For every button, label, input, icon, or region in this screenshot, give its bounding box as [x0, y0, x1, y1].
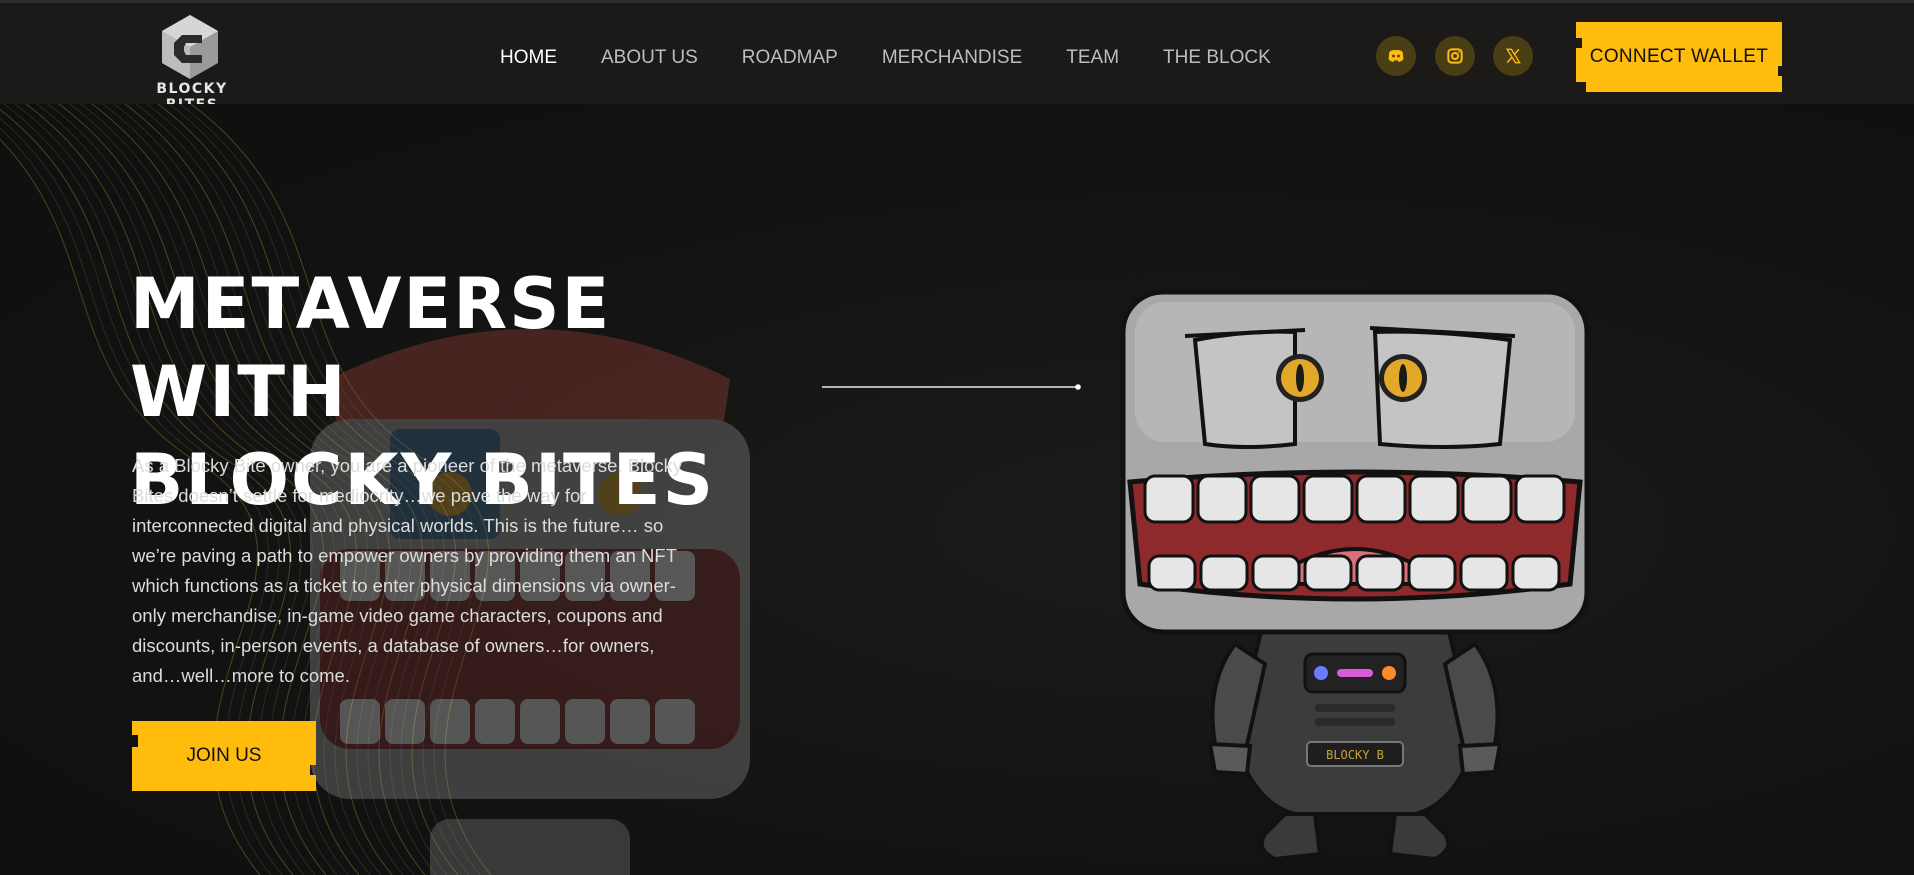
nav-home[interactable]: HOME	[500, 43, 557, 73]
nav-merchandise[interactable]: MERCHANDISE	[882, 43, 1022, 73]
robot-tooth	[1199, 554, 1249, 592]
join-us-label: JOIN US	[186, 745, 262, 766]
robot-tooth	[1143, 474, 1195, 524]
robot-tooth	[1249, 474, 1301, 524]
robot-tooth	[1459, 554, 1509, 592]
robot-tooth	[1461, 474, 1513, 524]
discord-icon	[1388, 49, 1404, 62]
connect-wallet-label: CONNECT WALLET	[1589, 46, 1769, 67]
robot-character-illustration: BLOCKY B	[1120, 289, 1590, 862]
nav-about-us[interactable]: ABOUT US	[601, 43, 698, 73]
robot-tooth	[1302, 474, 1354, 524]
hero-title-line-1: METAVERSE WITH	[130, 263, 612, 433]
robot-tooth	[1408, 474, 1460, 524]
x-icon	[1505, 48, 1521, 64]
hero-section: METAVERSE WITH BLOCKY BITES As a Blocky …	[0, 104, 1914, 875]
nav-the-block[interactable]: THE BLOCK	[1163, 43, 1271, 73]
connect-wallet-button[interactable]: CONNECT WALLET	[1576, 22, 1782, 92]
discord-link[interactable]	[1376, 36, 1416, 76]
robot-badge-text: BLOCKY B	[1326, 748, 1384, 762]
robot-tooth	[1355, 474, 1407, 524]
nav-team[interactable]: TEAM	[1066, 43, 1119, 73]
logo-cube-icon	[162, 15, 218, 79]
instagram-icon	[1447, 48, 1463, 64]
site-header: BLOCKY BITES HOME ABOUT US ROADMAP MERCH…	[0, 0, 1914, 113]
robot-tooth	[1514, 474, 1566, 524]
robot-body: BLOCKY B	[1207, 597, 1503, 862]
join-us-button[interactable]: JOIN US	[132, 721, 316, 791]
instagram-link[interactable]	[1435, 36, 1475, 76]
robot-tooth	[1251, 554, 1301, 592]
robot-tooth	[1355, 554, 1405, 592]
main-nav: HOME ABOUT US ROADMAP MERCHANDISE TEAM T…	[500, 43, 1315, 73]
brand-logo[interactable]: BLOCKY BITES	[130, 13, 254, 113]
robot-tooth	[1511, 554, 1561, 592]
robot-tooth	[1147, 554, 1197, 592]
robot-tooth	[1407, 554, 1457, 592]
robot-head	[1120, 289, 1590, 635]
robot-tooth	[1303, 554, 1353, 592]
hero-divider-line	[822, 384, 1081, 390]
nav-roadmap[interactable]: ROADMAP	[742, 43, 838, 73]
x-link[interactable]	[1493, 36, 1533, 76]
robot-tooth	[1196, 474, 1248, 524]
hero-description: As a Blocky Bite owner, you are a pionee…	[132, 455, 683, 686]
